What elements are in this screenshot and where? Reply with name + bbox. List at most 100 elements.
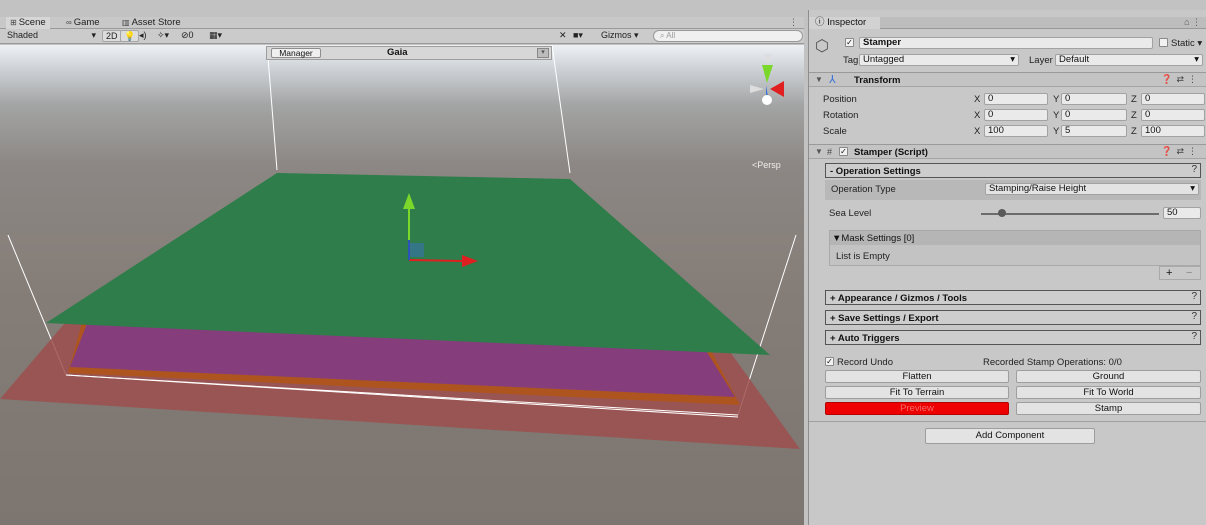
gamepad-icon: ∞ [66, 18, 72, 27]
auto-triggers-section[interactable]: + Auto Triggers ? [825, 330, 1201, 345]
operation-type-row: Operation Type Stamping/Raise Height ▾ [825, 180, 1201, 200]
fit-to-terrain-button[interactable]: Fit To Terrain [825, 386, 1009, 399]
static-checkbox[interactable] [1159, 38, 1168, 47]
z-label[interactable]: Z [1131, 126, 1137, 137]
fit-to-world-button[interactable]: Fit To World [1016, 386, 1201, 399]
y-label[interactable]: Y [1053, 94, 1059, 105]
tab-scene[interactable]: ⊞ Scene [6, 17, 50, 29]
record-undo-checkbox[interactable]: ✓ [825, 357, 834, 366]
layer-label: Layer [1029, 55, 1053, 66]
record-undo-label[interactable]: Record Undo [837, 357, 893, 368]
z-label[interactable]: Z [1131, 94, 1137, 105]
ground-button[interactable]: Ground [1016, 370, 1201, 383]
rotation-z-field[interactable]: 0 [1141, 109, 1205, 121]
transform-title: Transform [854, 75, 901, 86]
gizmos-dropdown[interactable]: Gizmos ▾ [598, 30, 642, 42]
orientation-center-cube[interactable] [762, 95, 772, 105]
operation-type-dropdown[interactable]: Stamping/Raise Height ▾ [985, 183, 1199, 195]
foldout-arrow-icon: ▼ [815, 75, 823, 84]
help-icon[interactable]: ? [1191, 291, 1197, 302]
operation-settings-section[interactable]: - Operation Settings ? [825, 163, 1201, 178]
transform-header[interactable]: ▼ ⅄ Transform ❓⇄⋮ [809, 72, 1206, 87]
effects-toggle-icon[interactable]: ✧▾ [154, 30, 172, 42]
store-icon: ▥ [122, 18, 130, 27]
scale-y-field[interactable]: 5 [1061, 125, 1127, 137]
x-label[interactable]: X [974, 126, 980, 137]
object-name-field[interactable]: Stamper [859, 37, 1153, 49]
remove-item-icon[interactable]: − [1186, 267, 1192, 279]
shading-mode-dropdown[interactable]: Shaded ▾ [4, 30, 98, 42]
script-title: Stamper (Script) [854, 147, 928, 158]
panel-menu-icon[interactable]: ⋮ [789, 17, 798, 28]
component-menu-icons[interactable]: ❓⇄⋮ [1161, 146, 1201, 157]
save-settings-section[interactable]: + Save Settings / Export ? [825, 310, 1201, 325]
scale-z-field[interactable]: 100 [1141, 125, 1205, 137]
gizmo-x-axis [408, 259, 464, 262]
x-label[interactable]: X [974, 110, 980, 121]
position-label: Position [823, 94, 857, 105]
position-x-field[interactable]: 0 [984, 93, 1048, 105]
gizmo-plane-handle[interactable] [410, 243, 424, 257]
scale-label: Scale [823, 126, 847, 137]
sea-level-slider-thumb[interactable] [998, 209, 1007, 217]
grid-toggle-icon[interactable]: ▦▾ [206, 30, 225, 42]
camera-icon[interactable]: ■▾ [570, 30, 586, 42]
bounds-line [266, 45, 278, 171]
tag-dropdown[interactable]: Untagged ▾ [859, 54, 1019, 66]
tab-inspector[interactable]: ⓘ Inspector [809, 17, 881, 29]
orientation-y-cone[interactable] [762, 65, 773, 83]
sea-level-slider-track[interactable] [981, 209, 1159, 217]
y-label[interactable]: Y [1053, 110, 1059, 121]
manager-button[interactable]: Manager [271, 48, 321, 58]
scene-search-input[interactable]: ⌕ All [653, 30, 803, 42]
help-icon[interactable]: ? [1191, 311, 1197, 322]
static-label[interactable]: Static ▾ [1171, 38, 1202, 49]
flatten-button[interactable]: Flatten [825, 370, 1009, 383]
eye-slash-icon: ⊘ [181, 30, 189, 40]
orientation-neg-x-cone[interactable] [750, 85, 764, 93]
preview-button[interactable]: Preview [825, 402, 1009, 415]
projection-label[interactable]: <Persp [752, 160, 781, 170]
divider [809, 421, 1206, 422]
rotation-y-field[interactable]: 0 [1061, 109, 1127, 121]
position-z-field[interactable]: 0 [1141, 93, 1205, 105]
stamp-button[interactable]: Stamp [1016, 402, 1201, 415]
z-label[interactable]: Z [1131, 110, 1137, 121]
scene-panel: ⊞ Scene ∞ Game ▥ Asset Store ⋮ Shaded ▾ 2D 💡… [0, 10, 804, 525]
sea-level-label: Sea Level [829, 208, 872, 219]
rotation-x-field[interactable]: 0 [984, 109, 1048, 121]
mask-settings-header[interactable]: ▼Mask Settings [0] [830, 231, 1200, 245]
add-component-button[interactable]: Add Component [925, 428, 1095, 444]
appearance-section[interactable]: + Appearance / Gizmos / Tools ? [825, 290, 1201, 305]
scene-toolbar: Shaded ▾ 2D 💡 ◂) ✧▾ ⊘0 ▦▾ ✕ ■▾ Gizmos ▾ ⌕… [0, 29, 804, 44]
stamper-script-header[interactable]: ▼ # ✓ Stamper (Script) ❓⇄⋮ [809, 144, 1206, 159]
position-y-field[interactable]: 0 [1061, 93, 1127, 105]
script-enabled-checkbox[interactable]: ✓ [839, 147, 848, 156]
tools-icon[interactable]: ✕ [556, 30, 570, 42]
hidden-objects-toggle[interactable]: ⊘0 [178, 30, 197, 42]
x-label[interactable]: X [974, 94, 980, 105]
save-settings-title: + Save Settings / Export [830, 313, 939, 324]
audio-toggle-icon[interactable]: ◂) [136, 30, 150, 42]
appearance-title: + Appearance / Gizmos / Tools [830, 293, 967, 304]
active-checkbox[interactable]: ✓ [845, 38, 854, 47]
tab-game[interactable]: ∞ Game [62, 17, 104, 29]
scene-viewport[interactable]: <Persp [0, 45, 804, 525]
sea-level-field[interactable]: 50 [1163, 207, 1201, 219]
lock-icon[interactable]: ⌂ ⋮ [1184, 17, 1201, 28]
list-empty-label: List is Empty [836, 251, 890, 262]
help-icon[interactable]: ? [1191, 331, 1197, 342]
tab-asset-store[interactable]: ▥ Asset Store [118, 17, 185, 29]
layer-dropdown[interactable]: Default ▾ [1055, 54, 1203, 66]
scale-x-field[interactable]: 100 [984, 125, 1048, 137]
gaia-dropdown-icon[interactable]: ▾ [537, 48, 549, 58]
gameobject-icon: ⬡ [815, 38, 829, 55]
orientation-neg-y-cone[interactable] [764, 54, 772, 65]
orientation-x-cone[interactable] [770, 81, 784, 97]
add-item-icon[interactable]: + [1166, 267, 1172, 279]
help-icon[interactable]: ? [1191, 164, 1197, 175]
component-menu-icons[interactable]: ❓⇄⋮ [1161, 74, 1201, 85]
y-label[interactable]: Y [1053, 126, 1059, 137]
toggle-2d-button[interactable]: 2D [102, 30, 122, 42]
auto-triggers-title: + Auto Triggers [830, 333, 900, 344]
